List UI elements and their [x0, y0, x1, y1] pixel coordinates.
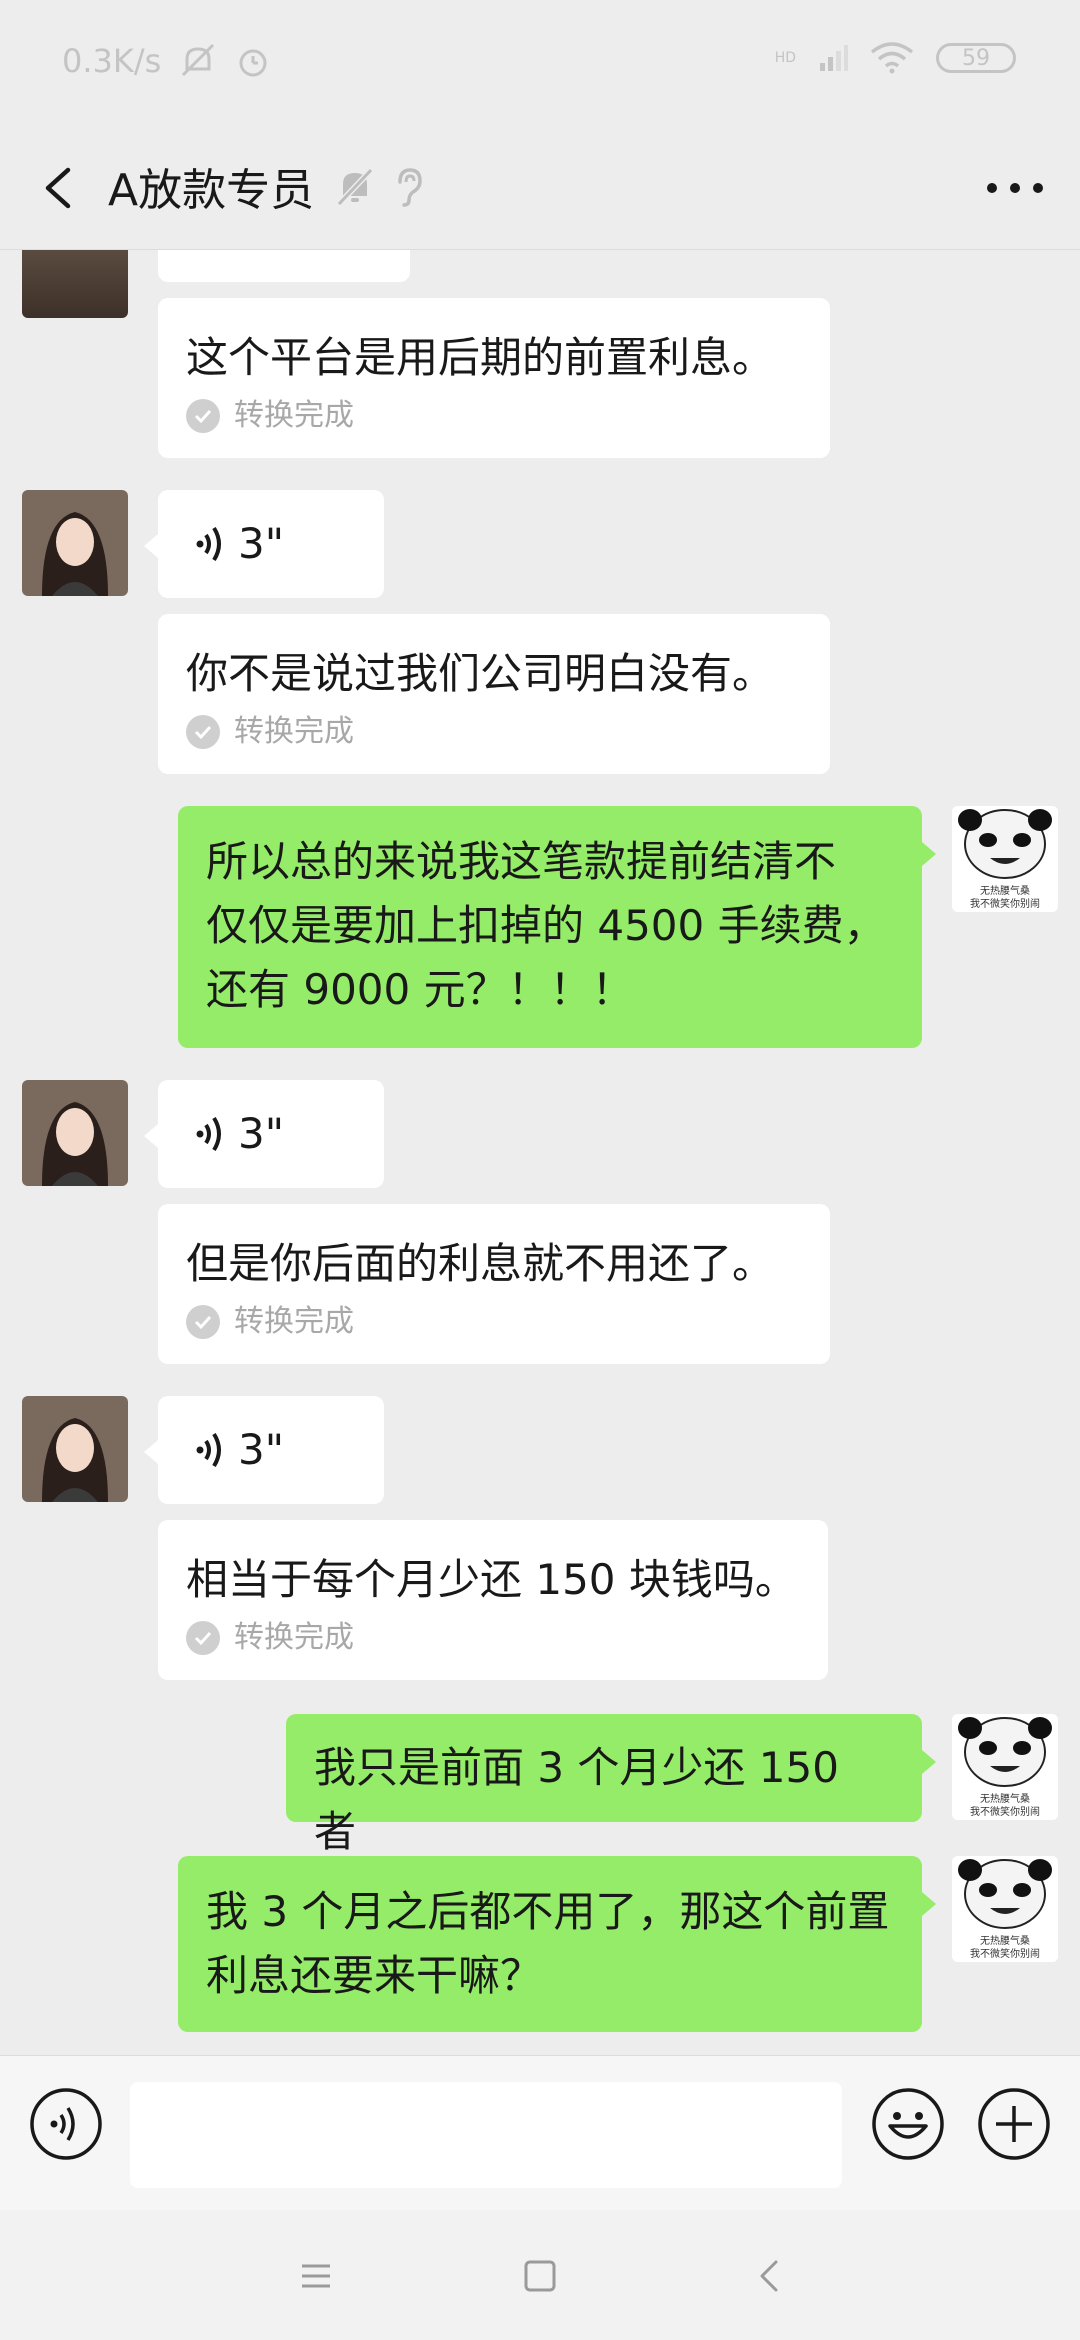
svg-text:我不微笑你别闹: 我不微笑你别闹	[970, 1947, 1040, 1960]
earpiece-mode-icon	[398, 168, 422, 207]
battery-indicator: 59	[936, 43, 1016, 73]
svg-text:无热腰气桑: 无热腰气桑	[980, 1934, 1030, 1947]
sent-message-bubble[interactable]: 我只是前面 3 个月少还 150 者	[286, 1714, 922, 1856]
conversion-status: 转换完成	[158, 712, 830, 752]
transcript-text: 这个平台是用后期的前置利息。	[186, 333, 775, 382]
contact-avatar[interactable]	[22, 250, 128, 318]
conversion-status: 转换完成	[158, 396, 830, 436]
svg-text:无热腰气桑: 无热腰气桑	[980, 1792, 1030, 1805]
svg-text:无热腰气桑: 无热腰气桑	[980, 884, 1030, 897]
voice-wave-icon	[196, 1432, 221, 1468]
my-avatar-sticker[interactable]: 无热腰气桑 我不微笑你别闹	[952, 806, 1058, 912]
svg-text:我不微笑你别闹: 我不微笑你别闹	[970, 1805, 1040, 1818]
transcript-text: 你不是说过我们公司明白没有。	[186, 649, 775, 698]
voice-duration: 3"	[238, 519, 285, 568]
voice-input-toggle-icon[interactable]	[28, 2086, 104, 2162]
conversion-status: 转换完成	[158, 1618, 828, 1658]
chat-title: A放款专员	[108, 165, 315, 216]
voice-wave-icon	[196, 526, 221, 562]
message-bubble-partial	[158, 250, 410, 282]
voice-transcript-bubble[interactable]: 你不是说过我们公司明白没有。 转换完成	[158, 614, 830, 774]
back-icon[interactable]	[748, 2254, 792, 2298]
signal-icon	[820, 45, 848, 71]
message-input-bar	[0, 2055, 1080, 2210]
voice-message-bubble[interactable]: 3"	[158, 490, 384, 598]
sent-message-bubble[interactable]: 我 3 个月之后都不用了，那这个前置 利息还要来干嘛？	[178, 1856, 922, 2032]
system-navigation-bar	[0, 2210, 1080, 2340]
chat-message-list[interactable]: 这个平台是用后期的前置利息。 转换完成 3" 你不是说过我们公司明白没有。 转换…	[0, 250, 1080, 2055]
check-icon	[186, 715, 220, 749]
transcript-text: 相当于每个月少还 150 块钱吗。	[186, 1555, 797, 1604]
voice-wave-icon	[196, 1116, 221, 1152]
contact-avatar[interactable]	[22, 1396, 128, 1502]
voice-duration: 3"	[238, 1425, 285, 1474]
menu-icon[interactable]	[294, 2254, 338, 2298]
home-icon[interactable]	[518, 2254, 562, 2298]
voice-message-bubble[interactable]: 3"	[158, 1396, 384, 1504]
sent-message-bubble[interactable]: 所以总的来说我这笔款提前结清不 仅仅是要加上扣掉的 4500 手续费， 还有 9…	[178, 806, 922, 1048]
voice-duration: 3"	[238, 1109, 285, 1158]
check-icon	[186, 399, 220, 433]
contact-avatar[interactable]	[22, 1080, 128, 1186]
check-icon	[186, 1621, 220, 1655]
emoji-icon[interactable]	[870, 2086, 946, 2162]
mute-notifications-icon	[182, 43, 215, 77]
voice-transcript-bubble[interactable]: 但是你后面的利息就不用还了。 转换完成	[158, 1204, 830, 1364]
message-text: 所以总的来说我这笔款提前结清不 仅仅是要加上扣掉的 4500 手续费， 还有 9…	[206, 837, 886, 1014]
message-text-input[interactable]	[130, 2082, 842, 2188]
my-avatar-sticker[interactable]: 无热腰气桑 我不微笑你别闹	[952, 1856, 1058, 1962]
check-icon	[186, 1305, 220, 1339]
alarm-icon	[239, 49, 267, 77]
voice-message-bubble[interactable]: 3"	[158, 1080, 384, 1188]
back-arrow-icon[interactable]	[30, 156, 90, 220]
voice-transcript-bubble[interactable]: 这个平台是用后期的前置利息。 转换完成	[158, 298, 830, 458]
transcript-text: 但是你后面的利息就不用还了。	[186, 1239, 775, 1288]
network-speed: 0.3K/s	[62, 42, 162, 80]
hd-label: HD	[774, 50, 796, 66]
muted-bell-icon	[336, 167, 374, 207]
wifi-icon	[870, 42, 914, 74]
chat-header: A放款专员	[0, 126, 1080, 250]
svg-text:我不微笑你别闹: 我不微笑你别闹	[970, 897, 1040, 910]
voice-transcript-bubble[interactable]: 相当于每个月少还 150 块钱吗。 转换完成	[158, 1520, 828, 1680]
plus-icon[interactable]	[976, 2086, 1052, 2162]
message-text: 我 3 个月之后都不用了，那这个前置 利息还要来干嘛？	[206, 1887, 890, 2000]
status-bar: 0.3K/s HD 59	[0, 0, 1080, 126]
contact-avatar[interactable]	[22, 490, 128, 596]
more-options-icon[interactable]	[980, 166, 1050, 210]
conversion-status: 转换完成	[158, 1302, 830, 1342]
my-avatar-sticker[interactable]: 无热腰气桑 我不微笑你别闹	[952, 1714, 1058, 1820]
